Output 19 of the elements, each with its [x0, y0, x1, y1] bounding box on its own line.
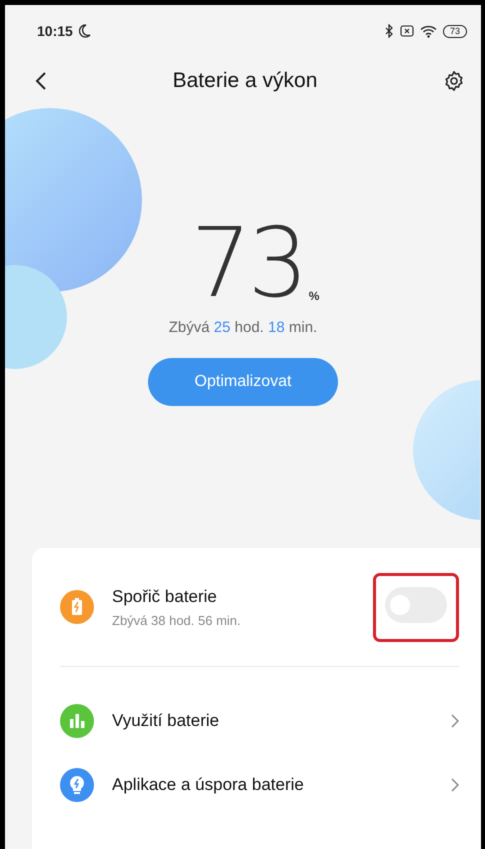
optimize-button[interactable]: Optimalizovat	[148, 358, 338, 406]
bluetooth-icon	[384, 24, 394, 38]
sim-icon	[400, 25, 414, 37]
wifi-icon	[420, 24, 437, 38]
chevron-right-icon[interactable]	[451, 778, 459, 792]
settings-icon[interactable]	[443, 70, 465, 92]
page-title: Baterie a výkon	[172, 69, 318, 93]
setting-title: Využití baterie	[112, 711, 220, 731]
chevron-right-icon[interactable]	[451, 714, 459, 728]
battery-indicator: 73	[442, 24, 467, 38]
setting-title: Aplikace a úspora baterie	[112, 775, 305, 795]
moon-icon	[78, 24, 91, 38]
setting-subtitle: Zbývá 38 hod. 56 min.	[112, 612, 242, 628]
remaining-time: Zbývá 25 hod. 18 min.	[168, 319, 318, 336]
setting-title: Spořič baterie	[112, 586, 218, 606]
status-time: 10:15	[37, 23, 73, 39]
percent-unit: %	[308, 289, 320, 303]
back-icon[interactable]	[35, 71, 47, 91]
battery-percent: 73	[190, 219, 305, 307]
